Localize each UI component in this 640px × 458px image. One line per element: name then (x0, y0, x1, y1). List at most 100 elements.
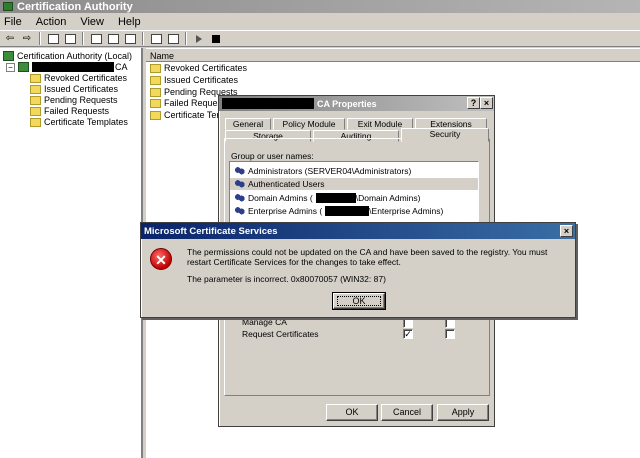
user-label: Domain Admins ( (248, 193, 313, 203)
tree-item-label: Revoked Certificates (44, 73, 128, 83)
user-label: \Domain Admins) (355, 193, 421, 203)
toolbar-separator (82, 32, 84, 45)
properties-title: CA Properties (317, 98, 377, 109)
stop-service-icon[interactable] (209, 32, 223, 45)
user-label: Administrators (SERVER04\Administrators) (248, 166, 412, 176)
error-ok-button[interactable]: OK (333, 293, 385, 309)
user-enterprise-admins[interactable]: Enterprise Admins ( \Enterprise Admins) (234, 205, 443, 217)
menu-action[interactable]: Action (36, 16, 67, 28)
apply-button[interactable]: Apply (437, 404, 489, 421)
tab-general[interactable]: General (225, 118, 271, 130)
user-group-icon (234, 193, 245, 203)
tree-item-label: Certificate Templates (44, 117, 128, 127)
folder-icon (30, 95, 41, 105)
list-item[interactable]: Issued Certificates (150, 75, 238, 85)
user-group-icon (234, 166, 245, 176)
tree-item-label: Failed Requests (44, 106, 110, 116)
tree-item-label: Pending Requests (44, 95, 118, 105)
tree-ca-node[interactable]: − CA (6, 62, 128, 72)
folder-icon (150, 110, 161, 120)
collapse-icon[interactable]: − (6, 62, 15, 72)
tree-item-templates[interactable]: Certificate Templates (30, 117, 128, 127)
show-tree-icon[interactable] (63, 32, 77, 45)
menubar: File Action View Help (0, 13, 640, 30)
menu-help[interactable]: Help (118, 16, 141, 28)
toolbar-separator (142, 32, 144, 45)
help-icon[interactable] (149, 32, 163, 45)
tree-root-label: Certification Authority (Local) (17, 51, 133, 61)
main-window-titlebar: Certification Authority (0, 0, 640, 13)
back-arrow-icon[interactable]: ⇦ (3, 32, 17, 45)
toolbar-separator (39, 32, 41, 45)
help-button[interactable]: ? (467, 97, 480, 109)
tree-pane: Certification Authority (Local) − CA Rev… (0, 48, 143, 458)
close-icon[interactable]: × (560, 225, 573, 237)
up-folder-icon[interactable] (46, 32, 60, 45)
user-group-icon (234, 206, 245, 216)
tab-security[interactable]: Security (401, 128, 489, 142)
menu-view[interactable]: View (80, 16, 104, 28)
folder-icon (30, 84, 41, 94)
list-item-label: Issued Certificates (164, 75, 239, 85)
tree-item-revoked[interactable]: Revoked Certificates (30, 73, 127, 83)
tree-root[interactable]: Certification Authority (Local) (3, 51, 132, 61)
window-title: Certification Authority (17, 0, 133, 13)
cancel-button[interactable]: Cancel (381, 404, 433, 421)
refresh-icon[interactable] (106, 32, 120, 45)
request-certs-deny-checkbox[interactable] (445, 329, 455, 339)
list-item[interactable]: Revoked Certificates (150, 63, 247, 73)
export-list-icon[interactable] (123, 32, 137, 45)
ok-button[interactable]: OK (326, 404, 378, 421)
user-administrators[interactable]: Administrators (SERVER04\Administrators) (234, 165, 411, 177)
folder-icon (30, 106, 41, 116)
perm-manage-ca: Manage CA (242, 317, 287, 327)
redacted-ca-name (222, 98, 314, 109)
group-or-users-label: Group or user names: (231, 151, 314, 161)
error-message: The permissions could not be updated on … (187, 247, 548, 267)
tree-item-pending[interactable]: Pending Requests (30, 95, 118, 105)
error-titlebar: Microsoft Certificate Services × (141, 223, 575, 239)
list-item-label: Revoked Certificates (164, 63, 248, 73)
ca-icon (3, 51, 14, 61)
request-certs-allow-checkbox[interactable]: ✓ (403, 329, 413, 339)
redacted-ca-name (32, 62, 114, 72)
properties-titlebar: CA Properties ? × (219, 96, 494, 111)
console-icon[interactable] (166, 32, 180, 45)
folder-icon (30, 117, 41, 127)
tab-policy-module[interactable]: Policy Module (273, 118, 345, 130)
error-ok-label: OK (352, 296, 366, 306)
toolbar-separator (185, 32, 187, 45)
user-label: \Enterprise Admins) (369, 206, 444, 216)
tree-item-failed[interactable]: Failed Requests (30, 106, 109, 116)
ca-suffix-label: CA (115, 62, 128, 72)
column-header-name[interactable]: Name (146, 48, 640, 62)
close-icon[interactable]: × (480, 97, 493, 109)
users-list: Administrators (SERVER04\Administrators)… (229, 161, 479, 225)
error-dialog: Microsoft Certificate Services × ✕ The p… (140, 222, 576, 318)
tree-item-issued[interactable]: Issued Certificates (30, 84, 118, 94)
toolbar: ⇦ ⇨ (0, 30, 640, 47)
user-domain-admins[interactable]: Domain Admins ( \Domain Admins) (234, 192, 420, 204)
folder-icon (150, 87, 161, 97)
error-icon: ✕ (150, 248, 172, 270)
user-label: Authenticated Users (248, 179, 325, 189)
start-service-icon[interactable] (192, 32, 206, 45)
error-title: Microsoft Certificate Services (144, 225, 278, 237)
folder-icon (150, 63, 161, 73)
menu-file[interactable]: File (4, 16, 22, 28)
folder-icon (30, 73, 41, 83)
user-group-icon (234, 179, 245, 189)
redacted-domain (325, 206, 370, 216)
manage-ca-allow-checkbox[interactable] (403, 318, 413, 328)
ca-icon (3, 2, 13, 11)
folder-icon (150, 98, 161, 108)
user-authenticated-users[interactable]: Authenticated Users (230, 178, 478, 190)
properties-icon[interactable] (89, 32, 103, 45)
redacted-domain (315, 193, 356, 203)
forward-arrow-icon[interactable]: ⇨ (20, 32, 34, 45)
user-label: Enterprise Admins ( (248, 206, 323, 216)
ca-icon (18, 62, 29, 72)
error-detail: The parameter is incorrect. 0x80070057 (… (187, 274, 386, 284)
manage-ca-deny-checkbox[interactable] (445, 318, 455, 328)
perm-request-certificates: Request Certificates (242, 329, 319, 339)
